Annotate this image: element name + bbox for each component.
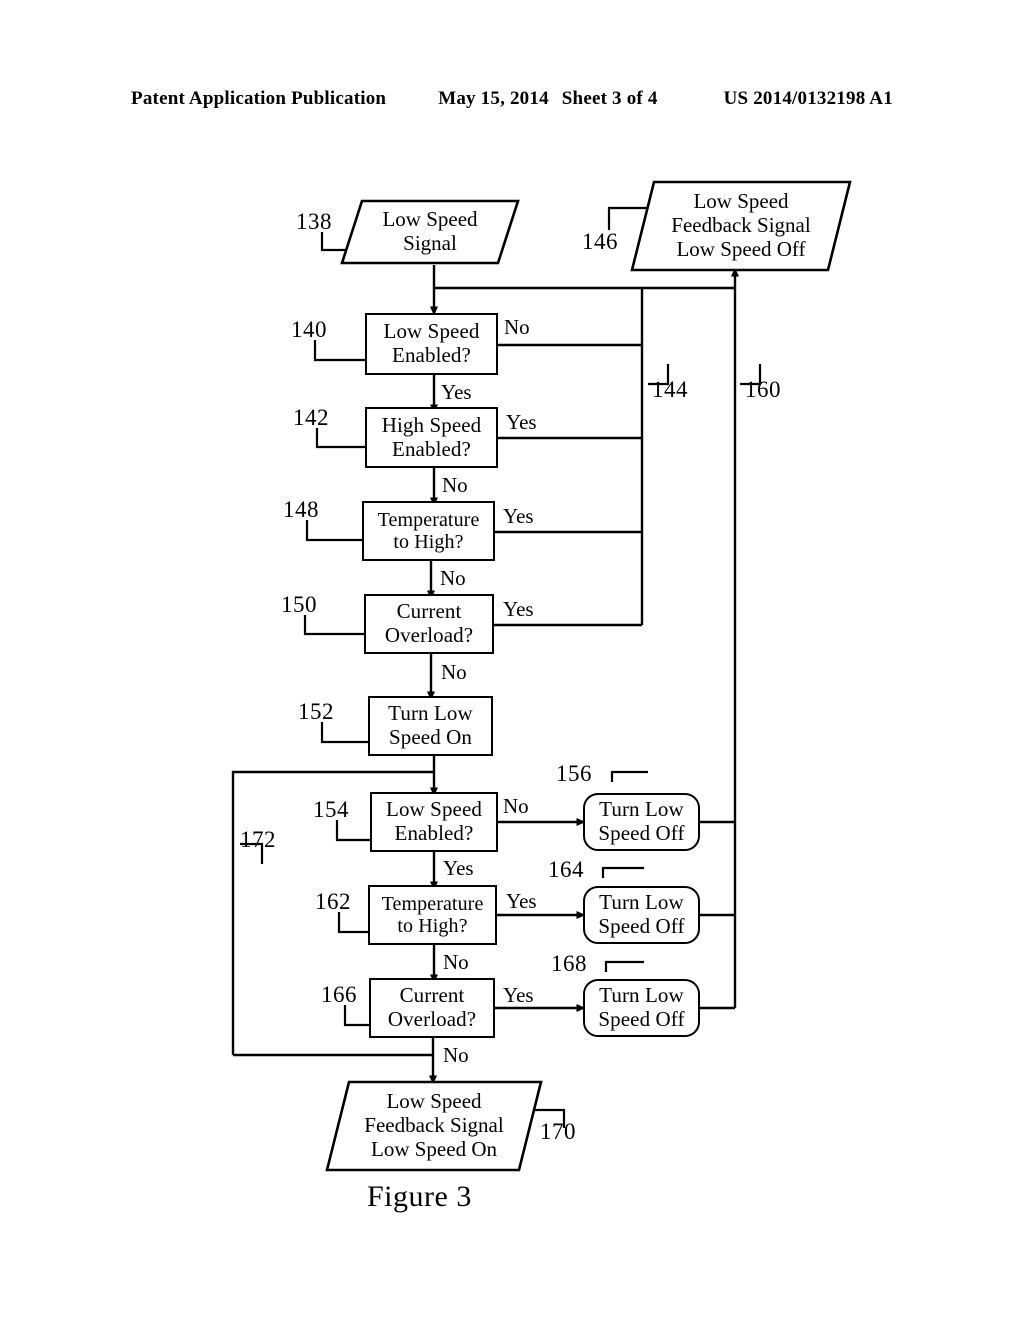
ref-numeral-172: 172 [240,827,276,852]
ref-numeral-140: 140 [291,317,327,342]
node-168-line-1: Turn Low [599,983,684,1008]
node-146-line-2: Feedback Signal [671,213,811,238]
edge-label-166-no: No [443,1043,469,1067]
node-current-overload-150: Current Overload? [364,594,494,654]
ref-numeral-156: 156 [556,761,592,786]
ref-numeral-152: 152 [298,699,334,724]
ref-numeral-144: 144 [652,377,688,402]
node-154-line-2: Enabled? [394,821,474,845]
ref-numeral-142: 142 [293,405,329,430]
node-162-line-1: Temperature [381,892,484,915]
node-170-line-2: Feedback Signal [364,1113,504,1138]
leader-156 [610,770,648,782]
edge-label-148-no: No [440,566,466,590]
figure-caption: Figure 3 [367,1180,472,1213]
node-152-line-1: Turn Low [388,701,473,726]
node-high-speed-enabled-142: High Speed Enabled? [365,407,498,468]
node-low-speed-feedback-off: Low Speed Feedback Signal Low Speed Off [630,180,852,272]
edge-label-140-yes: Yes [441,380,472,404]
node-164-line-2: Speed Off [598,914,685,938]
node-140-line-1: Low Speed [383,319,480,344]
node-170-line-3: Low Speed On [371,1136,497,1161]
node-166-line-1: Current [399,983,465,1008]
node-low-speed-signal: Low Speed Signal [340,199,520,265]
node-138-text: Low Speed Signal [340,199,520,265]
node-low-speed-enabled-154: Low Speed Enabled? [370,792,498,852]
edge-label-142-no: No [442,473,468,497]
edge-label-162-no: No [443,950,469,974]
edge-label-154-yes: Yes [443,856,474,880]
node-146-line-1: Low Speed [693,189,789,214]
ref-numeral-146: 146 [582,229,618,254]
leader-164 [601,866,644,878]
ref-numeral-154: 154 [313,797,349,822]
node-146-line-3: Low Speed Off [676,236,806,261]
ref-numeral-138: 138 [296,209,332,234]
edge-label-142-yes: Yes [506,410,537,434]
node-146-text: Low Speed Feedback Signal Low Speed Off [630,180,852,272]
ref-numeral-150: 150 [281,592,317,617]
node-turn-low-speed-on-152: Turn Low Speed On [368,696,493,756]
edge-label-148-yes: Yes [503,504,534,528]
node-150-line-1: Current [396,599,462,624]
node-148-line-2: to High? [393,531,464,553]
ref-numeral-164: 164 [548,857,584,882]
ref-numeral-162: 162 [315,889,351,914]
node-current-overload-166: Current Overload? [369,978,495,1038]
node-140-line-2: Enabled? [392,343,471,367]
node-142-line-1: High Speed [381,412,482,437]
node-138-line-2: Signal [403,231,457,255]
edge-label-154-no: No [503,794,529,818]
node-168-line-2: Speed Off [598,1007,685,1031]
node-142-line-2: Enabled? [392,436,471,461]
node-138-line-1: Low Speed [382,207,478,232]
edge-label-166-yes: Yes [503,983,534,1007]
node-temperature-to-high-162: Temperature to High? [368,885,497,945]
node-low-speed-feedback-on: Low Speed Feedback Signal Low Speed On [325,1080,543,1172]
node-148-line-1: Temperature [377,508,480,531]
node-170-line-1: Low Speed [386,1089,482,1114]
ref-numeral-148: 148 [283,497,319,522]
node-turn-low-speed-off-164: Turn Low Speed Off [583,886,700,944]
ref-numeral-160: 160 [745,377,781,402]
node-162-line-2: to High? [397,915,468,937]
node-turn-low-speed-off-168: Turn Low Speed Off [583,979,700,1037]
edge-label-140-no: No [504,315,530,339]
node-170-text: Low Speed Feedback Signal Low Speed On [325,1080,543,1172]
node-152-line-2: Speed On [388,725,473,749]
leader-168 [604,960,644,972]
ref-numeral-168: 168 [551,951,587,976]
node-164-line-1: Turn Low [599,890,684,915]
edge-label-150-no: No [441,660,467,684]
node-temperature-to-high-148: Temperature to High? [362,501,495,561]
node-low-speed-enabled-140: Low Speed Enabled? [365,313,498,375]
edge-label-150-yes: Yes [503,597,534,621]
node-150-line-2: Overload? [384,623,474,647]
ref-numeral-170: 170 [540,1119,576,1144]
node-156-line-2: Speed Off [598,821,685,845]
patent-figure-page: Patent Application Publication May 15, 2… [0,0,1024,1320]
edge-label-162-yes: Yes [506,889,537,913]
node-166-line-2: Overload? [387,1007,477,1031]
ref-numeral-166: 166 [321,982,357,1007]
node-154-line-1: Low Speed [386,797,482,822]
node-turn-low-speed-off-156: Turn Low Speed Off [583,793,700,851]
node-156-line-1: Turn Low [599,797,684,822]
